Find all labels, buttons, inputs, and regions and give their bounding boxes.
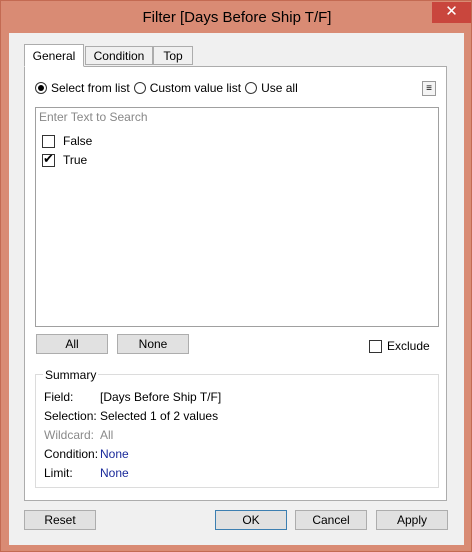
list-item-true[interactable]: ✔ True [42, 150, 88, 168]
summary-group: Field: [Days Before Ship T/F] Selection:… [35, 374, 439, 488]
dialog-client-area: General Condition Top Select from list C… [9, 33, 464, 545]
apply-button[interactable]: Apply [376, 510, 448, 530]
close-button[interactable]: ✕ [432, 2, 471, 23]
all-button[interactable]: All [36, 334, 108, 354]
selection-mode-group: Select from list Custom value list Use a… [35, 80, 302, 96]
summary-label: Field: [44, 390, 74, 404]
radio-select-from-list[interactable] [35, 82, 47, 94]
close-icon: ✕ [445, 3, 458, 20]
checkbox-true[interactable]: ✔ [42, 150, 55, 167]
list-item-label: False [63, 134, 93, 148]
summary-value-field: [Days Before Ship T/F] [100, 390, 222, 404]
title-bar[interactable]: Filter [Days Before Ship T/F] ✕ [1, 1, 472, 35]
summary-title: Summary [43, 368, 99, 382]
summary-value-wildcard: All [100, 428, 114, 442]
radio-custom-value-list-label[interactable]: Custom value list [150, 81, 241, 95]
values-listbox[interactable]: False ✔ True [35, 126, 439, 327]
summary-label: Condition: [44, 447, 99, 461]
tab-general[interactable]: General [24, 44, 84, 67]
reset-button[interactable]: Reset [24, 510, 96, 530]
checkmark-icon: ✔ [43, 150, 54, 166]
filter-dialog-window: Filter [Days Before Ship T/F] ✕ General … [0, 0, 472, 552]
none-button[interactable]: None [117, 334, 189, 354]
search-input[interactable] [35, 107, 439, 127]
radio-select-from-list-label[interactable]: Select from list [51, 81, 130, 95]
exclude-label: Exclude [387, 339, 430, 353]
summary-value-condition-link[interactable]: None [100, 447, 129, 461]
radio-custom-value-list[interactable] [133, 82, 146, 94]
summary-value-limit-link[interactable]: None [100, 466, 129, 480]
list-item-label: True [63, 153, 88, 167]
summary-label: Selection: [44, 409, 97, 423]
window-title: Filter [Days Before Ship T/F] [142, 9, 332, 26]
cancel-button[interactable]: Cancel [295, 510, 367, 530]
tab-condition[interactable]: Condition [85, 46, 153, 65]
exclude-checkbox[interactable] [369, 339, 382, 353]
summary-value-selection: Selected 1 of 2 values [100, 409, 219, 423]
radio-use-all-label[interactable]: Use all [261, 81, 298, 95]
checkbox-false[interactable] [42, 134, 55, 148]
exclude-option[interactable]: Exclude [369, 338, 430, 354]
ok-button[interactable]: OK [215, 510, 287, 530]
list-item-false[interactable]: False [42, 133, 92, 149]
list-options-button[interactable]: ≡ [422, 81, 436, 96]
summary-label: Wildcard: [44, 428, 95, 442]
menu-icon: ≡ [426, 83, 432, 94]
summary-label: Limit: [44, 466, 73, 480]
general-tab-panel: Select from list Custom value list Use a… [24, 66, 447, 501]
tab-top[interactable]: Top [153, 46, 193, 65]
radio-use-all[interactable] [245, 82, 258, 94]
